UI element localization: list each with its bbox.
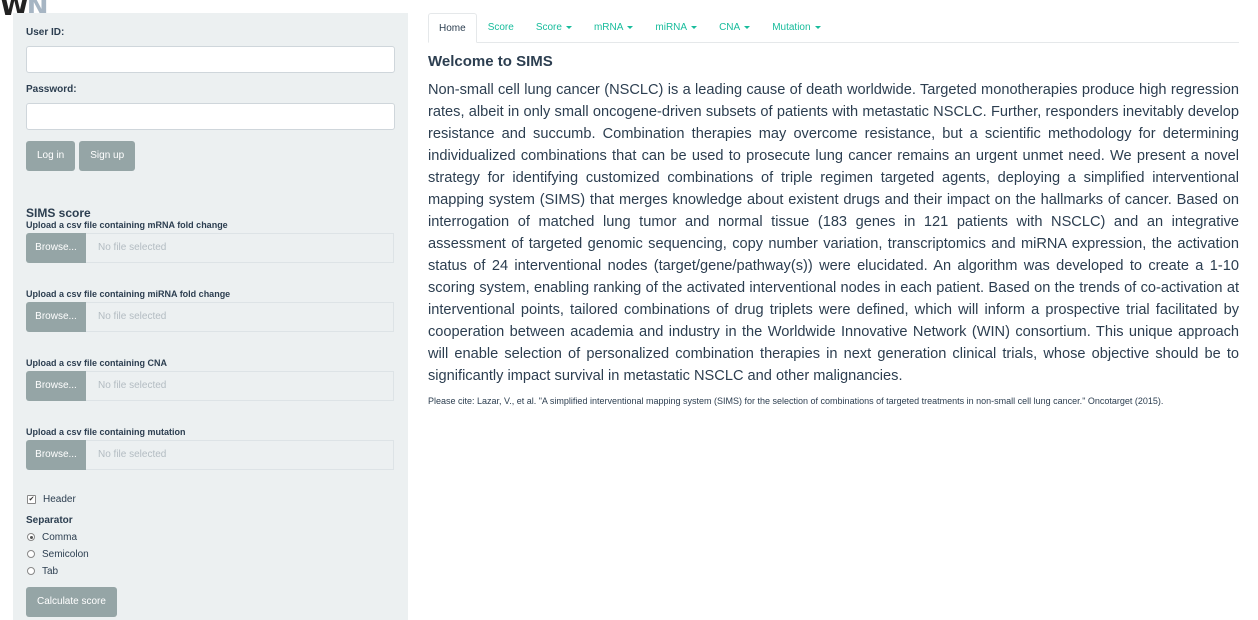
- login-button-row: Log in Sign up: [26, 141, 395, 171]
- page-title: Welcome to SIMS: [428, 53, 553, 70]
- tab-score-menu-label: Score: [535, 22, 562, 33]
- tab-mutation[interactable]: Mutation: [761, 13, 831, 42]
- mirna-file-name: No file selected: [86, 302, 394, 332]
- separator-option-semicolon[interactable]: Semicolon: [26, 548, 395, 560]
- tab-home-label: Home: [439, 23, 466, 34]
- tab-mrna[interactable]: mRNA: [583, 13, 644, 42]
- caret-down-icon: [814, 25, 821, 29]
- caret-down-icon: [565, 25, 572, 29]
- upload-mirna-label: Upload a csv file containing miRNA fold …: [26, 289, 231, 299]
- header-checkbox-row[interactable]: ✔ Header: [26, 494, 395, 505]
- tab-score-label: Score: [487, 22, 514, 33]
- citation-text: Please cite: Lazar, V., et al. "A simpli…: [428, 396, 1164, 406]
- tab-mrna-label: mRNA: [593, 22, 624, 33]
- radio-semicolon[interactable]: [27, 550, 35, 558]
- main-content: Home Score Score mRNA miRNA CNA Mutation…: [428, 13, 1239, 408]
- radio-tab[interactable]: [27, 567, 35, 575]
- caret-down-icon: [691, 25, 698, 29]
- tab-mirna[interactable]: miRNA: [644, 13, 708, 42]
- upload-mrna-field: Browse... No file selected: [26, 233, 394, 263]
- tab-mutation-label: Mutation: [772, 22, 811, 33]
- tab-cna[interactable]: CNA: [708, 13, 761, 42]
- separator-option-tab[interactable]: Tab: [26, 565, 395, 577]
- browse-cna-button[interactable]: Browse...: [26, 371, 86, 401]
- browse-mirna-button[interactable]: Browse...: [26, 302, 86, 332]
- radio-semicolon-label: Semicolon: [42, 548, 89, 560]
- password-label: Password:: [26, 84, 77, 95]
- browse-mutation-button[interactable]: Browse...: [26, 440, 86, 470]
- caret-down-icon: [744, 25, 751, 29]
- header-checkbox-label: Header: [43, 494, 76, 505]
- upload-mutation-label: Upload a csv file containing mutation: [26, 427, 186, 437]
- separator-option-comma[interactable]: Comma: [26, 531, 395, 543]
- tab-home[interactable]: Home: [428, 13, 477, 43]
- cna-file-name: No file selected: [86, 371, 394, 401]
- mrna-file-name: No file selected: [86, 233, 394, 263]
- browse-mrna-button[interactable]: Browse...: [26, 233, 86, 263]
- signup-button[interactable]: Sign up: [79, 141, 136, 171]
- tab-bar: Home Score Score mRNA miRNA CNA Mutation: [428, 13, 1239, 43]
- upload-mrna: Upload a csv file containing mRNA fold c…: [26, 220, 395, 263]
- caret-down-icon: [627, 25, 634, 29]
- upload-cna-field: Browse... No file selected: [26, 371, 394, 401]
- upload-mutation-field: Browse... No file selected: [26, 440, 394, 470]
- radio-comma-label: Comma: [42, 531, 78, 543]
- upload-cna-label: Upload a csv file containing CNA: [26, 358, 168, 368]
- intro-paragraph: Non-small cell lung cancer (NSCLC) is a …: [428, 82, 1239, 384]
- radio-comma[interactable]: [27, 533, 35, 541]
- tab-score[interactable]: Score: [477, 13, 525, 42]
- upload-mrna-label: Upload a csv file containing mRNA fold c…: [26, 220, 228, 230]
- user-id-label: User ID:: [26, 27, 65, 38]
- calculate-score-button[interactable]: Calculate score: [26, 587, 117, 617]
- upload-mirna-field: Browse... No file selected: [26, 302, 394, 332]
- login-button[interactable]: Log in: [26, 141, 76, 171]
- password-input[interactable]: [26, 103, 395, 130]
- sims-score-title: SIMS score: [26, 206, 91, 220]
- header-checkbox[interactable]: ✔: [27, 495, 36, 504]
- upload-mutation: Upload a csv file containing mutation Br…: [26, 427, 395, 470]
- tab-score-menu[interactable]: Score: [525, 13, 583, 42]
- separator-title: Separator: [26, 515, 73, 526]
- radio-tab-label: Tab: [42, 565, 59, 577]
- sidebar-panel: User ID: Password: Log in Sign up SIMS s…: [13, 13, 408, 620]
- tab-mirna-label: miRNA: [655, 22, 688, 33]
- upload-cna: Upload a csv file containing CNA Browse.…: [26, 358, 395, 401]
- user-id-input[interactable]: [26, 46, 395, 73]
- mutation-file-name: No file selected: [86, 440, 394, 470]
- upload-mirna: Upload a csv file containing miRNA fold …: [26, 289, 395, 332]
- tab-cna-label: CNA: [719, 22, 741, 33]
